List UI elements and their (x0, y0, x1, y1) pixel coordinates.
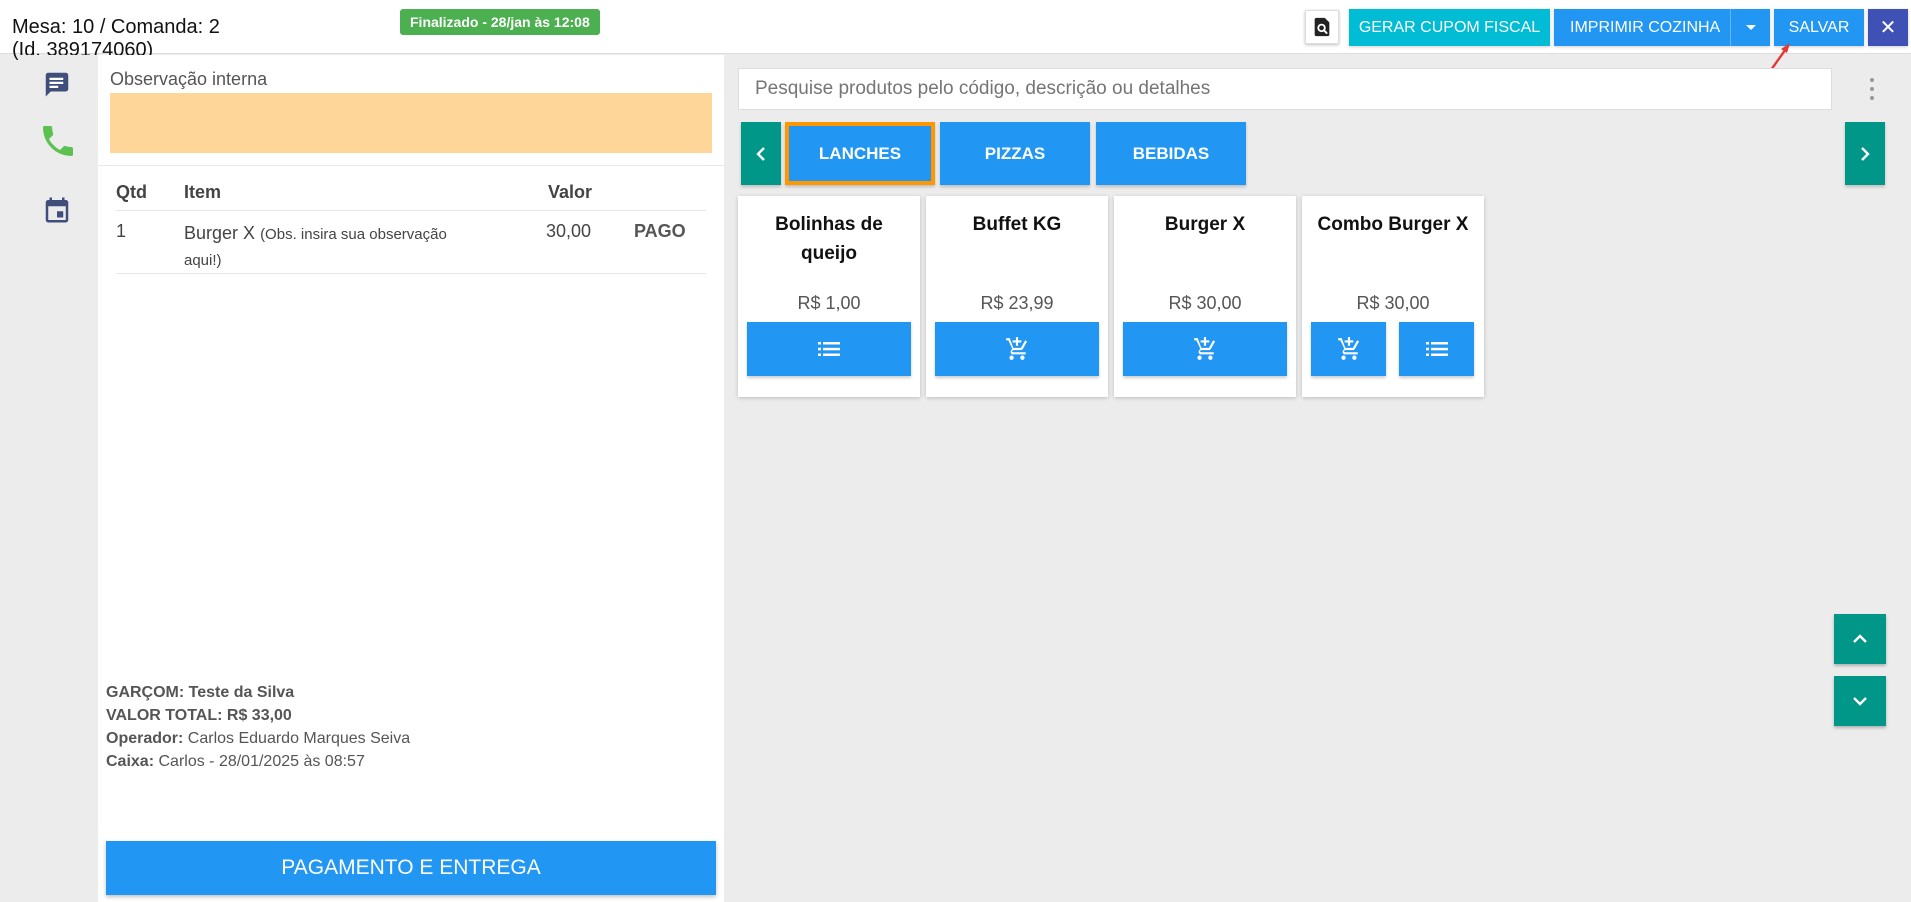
document-search-icon (1314, 17, 1330, 37)
chevron-right-icon (1861, 146, 1870, 161)
product-search-input[interactable] (738, 68, 1832, 110)
category-prev-button[interactable] (741, 122, 781, 185)
obs-label: Observação interna (110, 69, 268, 89)
total-label: VALOR TOTAL: (106, 707, 223, 724)
product-details-button[interactable] (747, 322, 911, 376)
chevron-up-icon (1853, 634, 1867, 643)
row-status: PAGO (634, 221, 686, 241)
product-price: R$ 30,00 (1356, 293, 1430, 313)
tab-pizzas[interactable]: PIZZAS (940, 122, 1090, 185)
divider (116, 210, 706, 211)
imprimir-cozinha-label: IMPRIMIR COZINHA (1570, 18, 1721, 36)
column-header-qtd: Qtd (116, 182, 147, 202)
divider (116, 273, 706, 274)
caixa-label: Caixa: (106, 753, 155, 770)
operador-line: Operador: Carlos Eduardo Marques Seiva (106, 727, 410, 750)
chevron-left-icon (756, 146, 765, 161)
tab-lanches[interactable]: LANCHES (785, 122, 935, 185)
internal-notes-field[interactable] (110, 93, 712, 153)
operador-value: Carlos Eduardo Marques Seiva (187, 730, 411, 747)
product-name: Buffet KG (972, 214, 1062, 235)
list-icon (1425, 342, 1448, 356)
status-badge: Finalizado - 28/jan às 12:08 (400, 9, 600, 35)
close-button[interactable]: ✕ (1868, 9, 1908, 46)
add-to-cart-button[interactable] (1311, 322, 1386, 376)
garcom-label: GARÇOM: (106, 684, 185, 701)
product-price: R$ 1,00 (797, 293, 861, 313)
divider (98, 165, 724, 166)
list-icon (818, 342, 840, 356)
add-cart-icon (1006, 337, 1028, 360)
mesa-comanda-title: Mesa: 10 / Comanda: 2 (12, 16, 220, 38)
product-details-button[interactable] (1399, 322, 1474, 376)
add-to-cart-button[interactable] (935, 322, 1099, 376)
search-receipt-button[interactable] (1305, 10, 1339, 44)
garcom-value: Teste da Silva (188, 684, 295, 701)
more-options-icon[interactable] (1868, 78, 1876, 100)
product-name: Combo Burger X (1317, 214, 1469, 235)
tab-bebidas[interactable]: BEBIDAS (1096, 122, 1246, 185)
operador-label: Operador: (106, 730, 184, 747)
add-to-cart-button[interactable] (1123, 322, 1287, 376)
caixa-line: Caixa: Carlos - 28/01/2025 às 08:57 (106, 750, 410, 773)
category-next-button[interactable] (1845, 122, 1885, 185)
add-cart-icon (1337, 337, 1359, 360)
column-header-item: Item (184, 182, 222, 202)
caixa-value: Carlos - 28/01/2025 às 08:57 (158, 753, 365, 770)
row-item: Burger X (Obs. insira sua observação aqu… (184, 221, 454, 273)
product-price: R$ 23,99 (980, 293, 1054, 313)
payment-delivery-button[interactable]: PAGAMENTO E ENTREGA (106, 841, 716, 895)
imprimir-cozinha-button[interactable]: IMPRIMIR COZINHA (1554, 9, 1770, 46)
product-card: Combo Burger X R$ 30,00 (1302, 196, 1484, 397)
row-item-name: Burger X (184, 223, 256, 243)
row-qtd: 1 (116, 221, 127, 241)
product-name: Bolinhas de queijo (775, 214, 883, 264)
total-line: VALOR TOTAL: R$ 33,00 (106, 704, 410, 727)
top-bar: Mesa: 10 / Comanda: 2 (Id. 389174060) Fi… (0, 0, 1911, 61)
column-header-valor: Valor (548, 182, 593, 202)
product-card: Buffet KG R$ 23,99 (926, 196, 1108, 397)
gerar-cupom-fiscal-button[interactable]: GERAR CUPOM FISCAL (1349, 9, 1550, 46)
product-card: Bolinhas de queijo R$ 1,00 (738, 196, 920, 397)
phone-icon[interactable] (38, 121, 78, 161)
total-value: R$ 33,00 (226, 707, 292, 724)
product-name: Burger X (1164, 214, 1246, 235)
garcom-line: GARÇOM: Teste da Silva (106, 681, 410, 704)
calendar-icon[interactable] (42, 195, 72, 225)
product-card: Burger X R$ 30,00 (1114, 196, 1296, 397)
order-panel: Observação interna Qtd Item Valor 1 Burg… (98, 55, 724, 902)
sidebar (18, 55, 98, 902)
chevron-down-icon (1853, 697, 1867, 706)
product-price: R$ 30,00 (1168, 293, 1242, 313)
row-valor: 30,00 (546, 221, 592, 241)
message-icon[interactable] (42, 69, 72, 99)
add-cart-icon (1194, 337, 1216, 360)
scroll-down-button[interactable] (1834, 676, 1886, 726)
order-summary: GARÇOM: Teste da Silva VALOR TOTAL: R$ 3… (106, 681, 410, 773)
scroll-up-button[interactable] (1834, 614, 1886, 664)
